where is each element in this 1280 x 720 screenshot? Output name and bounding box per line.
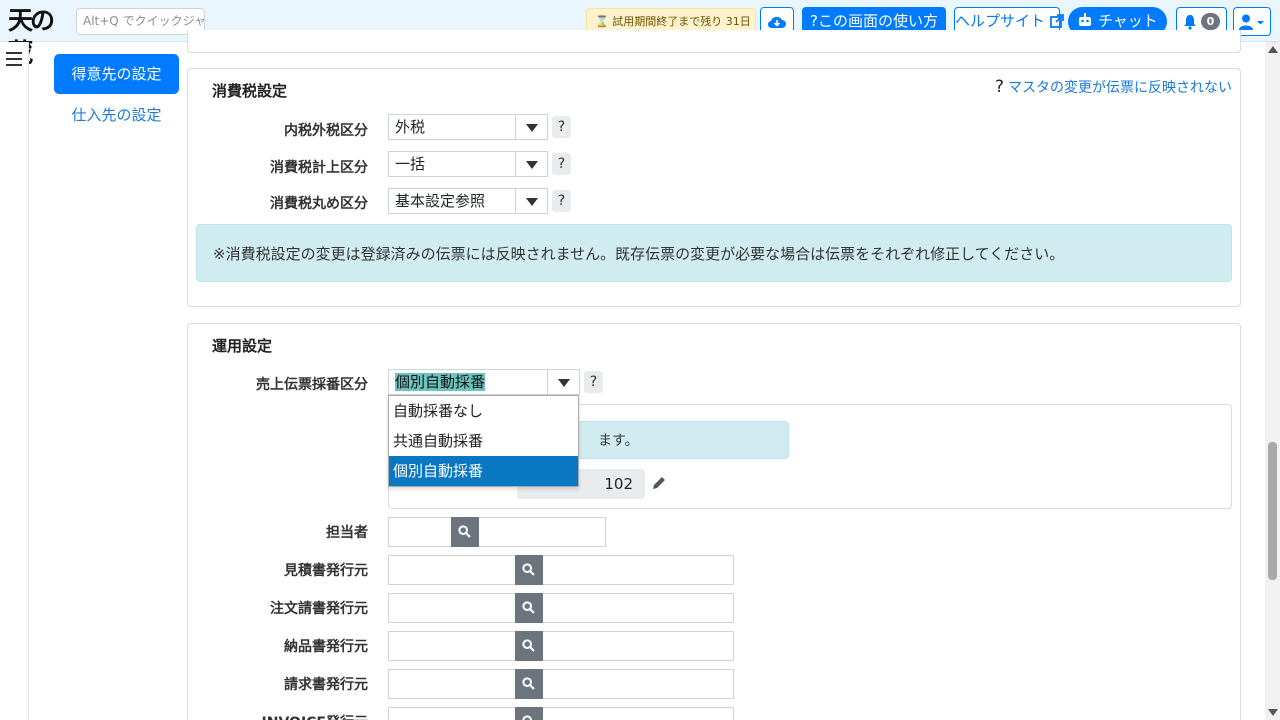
trial-text: 試用期間終了まで残り 31日 bbox=[612, 15, 751, 28]
tax-posting-select[interactable]: 一括 bbox=[388, 151, 548, 177]
page-scrollbar[interactable] bbox=[1265, 42, 1280, 720]
tax-posting-help-button[interactable]: ? bbox=[552, 153, 571, 175]
chat-label: チャット bbox=[1097, 12, 1158, 30]
tax-settings-title: 消費税設定 bbox=[212, 82, 288, 100]
tax-rounding-label: 消費税丸め区分 bbox=[270, 196, 368, 212]
sales-numbering-help-button[interactable]: ? bbox=[584, 371, 603, 393]
invoice-en-issuer-lookup[interactable] bbox=[388, 707, 734, 720]
tax-rounding-select[interactable]: 基本設定参照 bbox=[388, 188, 548, 214]
invoice-en-issuer-label: INVOICE発行元 bbox=[188, 712, 368, 720]
operation-settings-card: 運用設定 売上伝票採番区分 個別自動採番 ? ます。 102 担当者 見積書発行… bbox=[187, 323, 1241, 720]
question-icon: ? bbox=[994, 77, 1004, 97]
master-change-help-link[interactable]: ? マスタの変更が伝票に反映されない bbox=[995, 77, 1232, 97]
hamburger-menu-icon[interactable] bbox=[6, 52, 22, 66]
tax-posting-label: 消費税計上区分 bbox=[270, 160, 368, 176]
help-site-label: ヘルプサイト bbox=[955, 12, 1046, 30]
sidebar-item-supplier-settings[interactable]: 仕入先の設定 bbox=[54, 103, 179, 127]
option-individual-auto-numbering[interactable]: 個別自動採番 bbox=[389, 456, 578, 486]
delivery-note-issuer-label: 納品書発行元 bbox=[284, 639, 368, 655]
question-icon: ? bbox=[810, 12, 818, 30]
chevron-down-icon bbox=[515, 115, 547, 139]
tax-rounding-value: 基本設定参照 bbox=[395, 192, 486, 210]
estimate-issuer-label: 見積書発行元 bbox=[284, 563, 368, 579]
master-change-help-label: マスタの変更が伝票に反映されない bbox=[1008, 80, 1232, 96]
search-icon bbox=[522, 677, 535, 690]
quick-jump-input[interactable]: Alt+Q でクイックジャンプ bbox=[76, 8, 205, 35]
order-confirmation-issuer-search-button[interactable] bbox=[515, 593, 543, 623]
left-strip bbox=[0, 42, 29, 720]
previous-card bbox=[187, 30, 1241, 53]
cloud-download-icon bbox=[767, 16, 786, 29]
invoice-issuer-lookup[interactable] bbox=[388, 669, 734, 699]
scroll-thumb[interactable] bbox=[1268, 442, 1277, 580]
sales-numbering-select[interactable]: 個別自動採番 bbox=[388, 369, 580, 395]
chevron-down-icon bbox=[515, 189, 547, 213]
estimate-issuer-search-button[interactable] bbox=[515, 555, 543, 585]
search-icon bbox=[522, 601, 535, 614]
tax-inclusion-help-button[interactable]: ? bbox=[552, 116, 571, 138]
app-logo[interactable]: 天の蔵 bbox=[8, 5, 70, 67]
external-link-icon bbox=[1049, 14, 1064, 28]
tax-rounding-help-button[interactable]: ? bbox=[552, 190, 571, 212]
sales-numbering-dropdown: 自動採番なし 共通自動採番 個別自動採番 bbox=[388, 395, 579, 487]
hourglass-icon: ⌛ bbox=[595, 15, 609, 28]
order-confirmation-issuer-label: 注文請書発行元 bbox=[270, 601, 368, 617]
bell-icon bbox=[1184, 15, 1196, 30]
robot-icon bbox=[1079, 13, 1092, 26]
staff-label: 担当者 bbox=[326, 525, 368, 541]
sales-numbering-label: 売上伝票採番区分 bbox=[256, 377, 368, 393]
chevron-down-icon bbox=[547, 370, 579, 394]
user-icon bbox=[1239, 14, 1264, 30]
estimate-issuer-lookup[interactable] bbox=[388, 555, 734, 585]
search-icon bbox=[522, 639, 535, 652]
tax-inclusion-label: 内税外税区分 bbox=[284, 123, 368, 139]
invoice-en-issuer-search-button[interactable] bbox=[515, 707, 543, 720]
invoice-issuer-search-button[interactable] bbox=[515, 669, 543, 699]
scroll-up-arrow-icon[interactable] bbox=[1268, 46, 1278, 53]
notification-count-badge: 0 bbox=[1201, 13, 1220, 30]
search-icon bbox=[522, 715, 532, 720]
delivery-note-issuer-lookup[interactable] bbox=[388, 631, 734, 661]
tax-posting-value: 一括 bbox=[395, 155, 426, 173]
usage-guide-label: この画面の使い方 bbox=[817, 12, 938, 30]
sales-numbering-value: 個別自動採番 bbox=[395, 373, 486, 391]
sidebar-item-customer-settings[interactable]: 得意先の設定 bbox=[54, 54, 179, 94]
order-confirmation-issuer-lookup[interactable] bbox=[388, 593, 734, 623]
pencil-icon[interactable] bbox=[651, 475, 667, 491]
option-common-auto-numbering[interactable]: 共通自動採番 bbox=[389, 426, 578, 456]
delivery-note-issuer-search-button[interactable] bbox=[515, 631, 543, 661]
tax-settings-card: 消費税設定 ? マスタの変更が伝票に反映されない 内税外税区分 外税 ? 消費税計… bbox=[187, 68, 1241, 307]
chevron-down-icon bbox=[515, 152, 547, 176]
scroll-down-arrow-icon[interactable] bbox=[1268, 709, 1278, 716]
option-no-auto-numbering[interactable]: 自動採番なし bbox=[389, 396, 578, 426]
tax-settings-notice: ※消費税設定の変更は登録済みの伝票には反映されません。既存伝票の変更が必要な場合… bbox=[196, 224, 1232, 282]
staff-lookup[interactable] bbox=[388, 517, 606, 547]
tax-inclusion-value: 外税 bbox=[395, 118, 426, 136]
tax-inclusion-select[interactable]: 外税 bbox=[388, 114, 548, 140]
search-icon bbox=[522, 563, 535, 576]
invoice-issuer-label: 請求書発行元 bbox=[284, 677, 368, 693]
operation-settings-title: 運用設定 bbox=[212, 337, 273, 355]
staff-search-button[interactable] bbox=[451, 517, 479, 547]
search-icon bbox=[458, 525, 471, 538]
